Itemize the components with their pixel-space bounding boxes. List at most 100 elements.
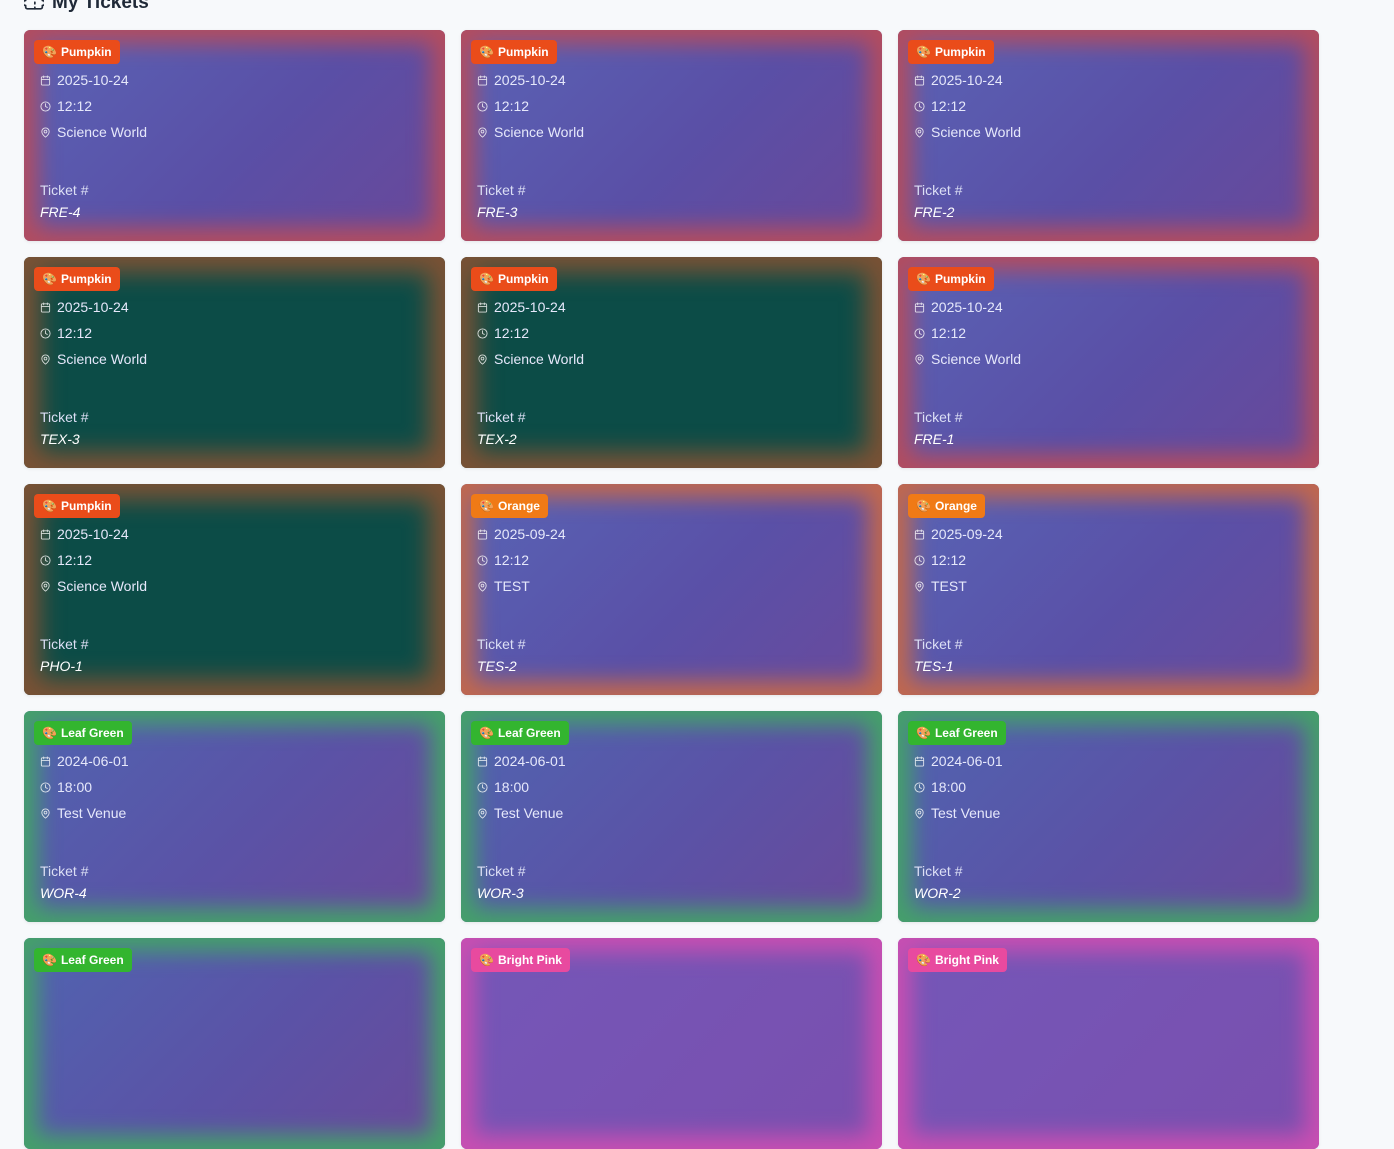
ticket-number-label: Ticket #	[477, 636, 526, 652]
venue-text: Science World	[931, 351, 1022, 367]
time-text: 18:00	[931, 779, 967, 795]
ticket-card[interactable]: 🎨 Pumpkin t TEST 2025-10-24 12:12 Scienc…	[24, 484, 445, 695]
palette-icon: 🎨	[479, 272, 494, 286]
ticket-card[interactable]: 🎨 Leaf Green st Ticket #	[24, 938, 445, 1149]
palette-icon: 🎨	[916, 272, 931, 286]
ticket-card[interactable]: 🎨 Pumpkin 2025-10-24 12:12 Science World…	[898, 30, 1319, 241]
ticket-number: FRE-2	[914, 204, 955, 220]
event-time: 18:00	[40, 779, 92, 795]
event-venue: Science World	[40, 124, 147, 140]
ticket-number-label: Ticket #	[40, 409, 89, 425]
ticket-number: WOR-3	[477, 885, 524, 901]
event-time: 18:00	[914, 779, 966, 795]
event-date: 2025-10-24	[40, 299, 129, 315]
clock-icon	[40, 781, 51, 793]
map-pin-icon	[477, 580, 488, 592]
ticket-card[interactable]: 🎨 Pumpkin 2025-10-24 12:12 Science World…	[24, 30, 445, 241]
ticket-card[interactable]: 🎨 Orange 2025-09-24 12:12 TEST Ticket # …	[898, 484, 1319, 695]
palette-icon: 🎨	[479, 953, 494, 967]
ticket-card[interactable]: 🎨 Pumpkin t TEST 2025-10-24 12:12 Scienc…	[24, 257, 445, 468]
badge-label: Pumpkin	[497, 272, 549, 286]
color-badge: 🎨 Pumpkin	[34, 40, 120, 64]
ticket-card[interactable]: 🎨 Orange 2025-09-24 12:12 TEST Ticket # …	[461, 484, 882, 695]
event-time: 12:12	[477, 325, 529, 341]
clock-icon	[914, 554, 925, 566]
event-time: 12:12	[40, 325, 92, 341]
event-time: 12:12	[40, 552, 92, 568]
event-time: 12:12	[477, 552, 529, 568]
palette-icon: 🎨	[916, 726, 931, 740]
calendar-icon	[914, 301, 925, 313]
ticket-card[interactable]: 🎨 Leaf Green st 2024-06-01 18:00 Test Ve…	[461, 711, 882, 922]
event-date: 2024-06-01	[40, 753, 129, 769]
color-badge: 🎨 Pumpkin	[471, 40, 557, 64]
event-time: 12:12	[477, 98, 529, 114]
page-header: My Tickets	[24, 0, 149, 14]
map-pin-icon	[477, 126, 488, 138]
time-text: 12:12	[494, 552, 530, 568]
ticket-number-label: Ticket #	[40, 863, 89, 879]
ticket-number: FRE-1	[914, 431, 955, 447]
color-badge: 🎨 Pumpkin	[34, 494, 120, 518]
venue-text: TEST	[494, 578, 530, 594]
ticket-number-label: Ticket #	[40, 636, 89, 652]
venue-text: Test Venue	[57, 805, 127, 821]
ticket-card[interactable]: 🎨 Pumpkin 2025-10-24 12:12 Science World…	[898, 257, 1319, 468]
time-text: 12:12	[931, 98, 967, 114]
ticket-number: FRE-4	[40, 204, 81, 220]
map-pin-icon	[914, 353, 925, 365]
date-text: 2025-10-24	[931, 299, 1003, 315]
venue-text: Test Venue	[931, 805, 1001, 821]
event-date: 2024-06-01	[477, 753, 566, 769]
time-text: 12:12	[931, 552, 967, 568]
event-venue: Science World	[914, 124, 1021, 140]
map-pin-icon	[914, 580, 925, 592]
date-text: 2025-10-24	[57, 72, 129, 88]
palette-icon: 🎨	[479, 45, 494, 59]
venue-text: Test Venue	[494, 805, 564, 821]
ticket-number: WOR-2	[914, 885, 961, 901]
time-text: 12:12	[57, 98, 93, 114]
badge-label: Pumpkin	[60, 272, 112, 286]
ticket-number-label: Ticket #	[477, 863, 526, 879]
ticket-number: TEX-2	[477, 431, 517, 447]
palette-icon: 🎨	[42, 272, 57, 286]
ticket-card[interactable]: 🎨 Leaf Green st 2024-06-01 18:00 Test Ve…	[898, 711, 1319, 922]
ticket-card[interactable]: 🎨 Leaf Green st 2024-06-01 18:00 Test Ve…	[24, 711, 445, 922]
ticket-number: TEX-3	[40, 431, 80, 447]
calendar-icon	[477, 74, 488, 86]
clock-icon	[914, 327, 925, 339]
map-pin-icon	[914, 126, 925, 138]
map-pin-icon	[477, 353, 488, 365]
ticket-card[interactable]: 🎨 Bright Pink Ticket #	[461, 938, 882, 1149]
time-text: 12:12	[57, 552, 93, 568]
badge-label: Orange	[497, 499, 540, 513]
clock-icon	[477, 554, 488, 566]
color-badge: 🎨 Pumpkin	[471, 267, 557, 291]
time-text: 18:00	[494, 779, 530, 795]
event-time: 18:00	[477, 779, 529, 795]
ticket-card[interactable]: 🎨 Bright Pink al Ticket #	[898, 938, 1319, 1149]
date-text: 2025-09-24	[494, 526, 566, 542]
ticket-card[interactable]: 🎨 Pumpkin t TEST 2025-10-24 12:12 Scienc…	[461, 257, 882, 468]
color-badge: 🎨 Pumpkin	[34, 267, 120, 291]
clock-icon	[477, 327, 488, 339]
ticket-card[interactable]: 🎨 Pumpkin 2025-10-24 12:12 Science World…	[461, 30, 882, 241]
palette-icon: 🎨	[42, 726, 57, 740]
venue-text: TEST	[931, 578, 967, 594]
date-text: 2024-06-01	[494, 753, 566, 769]
clock-icon	[40, 327, 51, 339]
color-badge: 🎨 Pumpkin	[908, 40, 994, 64]
calendar-icon	[40, 755, 51, 767]
map-pin-icon	[914, 807, 925, 819]
calendar-icon	[40, 301, 51, 313]
map-pin-icon	[40, 807, 51, 819]
ticket-number-label: Ticket #	[914, 636, 963, 652]
palette-icon: 🎨	[916, 499, 931, 513]
map-pin-icon	[40, 126, 51, 138]
ticket-number: TES-1	[914, 658, 954, 674]
time-text: 12:12	[931, 325, 967, 341]
ticket-number: FRE-3	[477, 204, 518, 220]
venue-text: Science World	[57, 578, 148, 594]
ticket-number-label: Ticket #	[40, 182, 89, 198]
